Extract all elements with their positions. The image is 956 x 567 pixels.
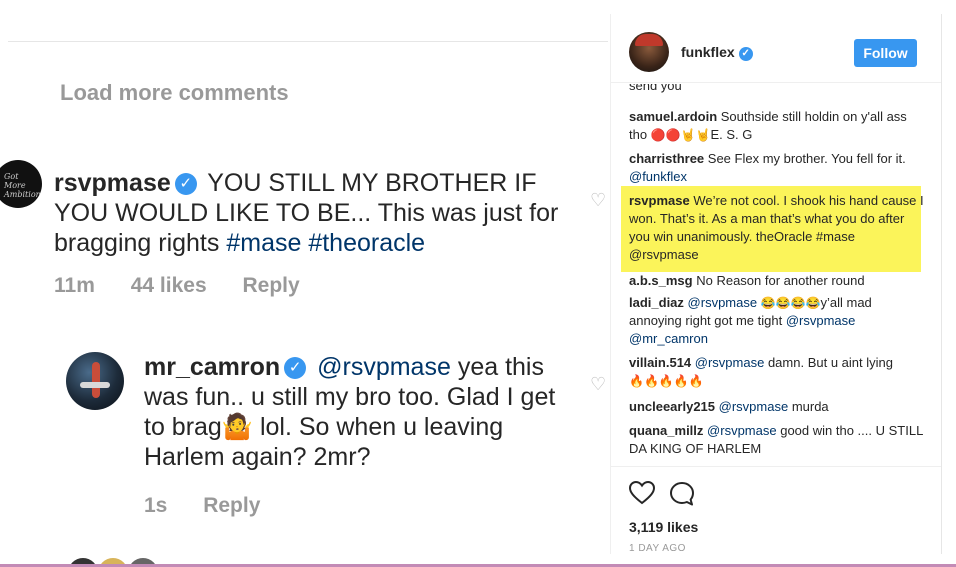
mention-link[interactable]: @rsvpmase	[786, 313, 856, 328]
load-more-comments-link[interactable]: Load more comments	[60, 80, 289, 106]
header-username[interactable]: funkflex ✓	[681, 44, 753, 61]
verified-icon: ✓	[174, 173, 197, 195]
comments-zoomed-panel: Load more comments Got More Ambition rsv…	[0, 0, 610, 567]
comment-username[interactable]: quana_millz	[629, 423, 703, 438]
mention-link[interactable]: @mr_camron	[629, 331, 708, 346]
comment-icon[interactable]	[669, 481, 695, 507]
reply-button[interactable]: Reply	[242, 274, 299, 297]
hashtags[interactable]: #mase #theoracle	[226, 229, 425, 257]
verified-icon: ✓	[284, 357, 307, 379]
heart-icon[interactable]	[629, 481, 655, 505]
avatar-text: Got More Ambition	[4, 172, 41, 199]
comment-username[interactable]: samuel.ardoin	[629, 109, 717, 124]
mention-link[interactable]: @funkflex	[629, 169, 687, 184]
post-header: funkflex ✓ Follow	[611, 14, 941, 83]
list-item: rsvpmase We’re not cool. I shook his han…	[629, 193, 924, 262]
comment-fragment: send you	[629, 84, 682, 93]
list-item: uncleearly215 @rsvpmase murda	[629, 399, 829, 414]
comment-time: 11m	[54, 274, 95, 297]
avatar[interactable]	[629, 32, 669, 72]
list-item: ladi_diaz @rsvpmase 😂😂😂😂y’all mad annoyi…	[629, 295, 872, 346]
follow-button[interactable]: Follow	[854, 39, 917, 67]
comment-username[interactable]: charristhree	[629, 151, 704, 166]
timestamp: 1 DAY AGO	[629, 543, 686, 554]
comment-username[interactable]: rsvpmase	[54, 169, 171, 197]
emoji: 🔥🔥🔥🔥🔥	[629, 374, 704, 388]
avatar[interactable]: Got More Ambition	[0, 160, 42, 208]
comment-meta: 1s Reply	[144, 494, 290, 518]
comment-username[interactable]: a.b.s_msg	[629, 273, 693, 288]
comment-username[interactable]: rsvpmase	[629, 193, 690, 208]
mention-link[interactable]: @rsvpmase	[695, 355, 765, 370]
comment-username[interactable]: villain.514	[629, 355, 691, 370]
shrug-emoji: 🤷	[221, 413, 253, 441]
comment-username[interactable]: ladi_diaz	[629, 295, 684, 310]
comment-mr-camron: mr_camron ✓ @rsvpmase yea this was fun.. …	[144, 352, 574, 472]
comment-time: 1s	[144, 494, 168, 517]
reply-button[interactable]: Reply	[203, 494, 260, 517]
verified-icon: ✓	[738, 47, 753, 61]
mention-link[interactable]: @rsvpmase	[707, 423, 777, 438]
mention-link[interactable]: @rsvpmase	[688, 295, 758, 310]
heart-icon[interactable]: ♡	[590, 190, 606, 211]
mention-link[interactable]: @rsvpmase	[719, 399, 789, 414]
heart-icon[interactable]: ♡	[590, 374, 606, 395]
divider	[8, 41, 608, 42]
comment-likes[interactable]: 44 likes	[131, 274, 207, 297]
comment-username[interactable]: mr_camron	[144, 353, 280, 381]
list-item: a.b.s_msg No Reason for another round	[629, 273, 865, 288]
comment-list[interactable]: send you samuel.ardoin Southside still h…	[611, 84, 941, 466]
list-item: quana_millz @rsvpmase good win tho .... …	[629, 423, 923, 456]
post-actions: 3,119 likes 1 DAY AGO	[611, 466, 941, 555]
likes-count[interactable]: 3,119 likes	[629, 519, 698, 535]
emoji: 😂😂😂😂	[760, 296, 821, 310]
comment-username[interactable]: uncleearly215	[629, 399, 715, 414]
emoji: 🔴🔴🤘🤘	[650, 128, 711, 142]
list-item: villain.514 @rsvpmase damn. But u aint l…	[629, 355, 893, 388]
mention-link[interactable]: @rsvpmase	[317, 353, 451, 381]
comment-meta: 11m 44 likes Reply	[54, 274, 330, 298]
list-item: charristhree See Flex my brother. You fe…	[629, 151, 906, 184]
avatar[interactable]	[66, 352, 124, 410]
comment-rsvpmase: rsvpmase ✓ YOU STILL MY BROTHER IF YOU WO…	[54, 168, 574, 258]
list-item: samuel.ardoin Southside still holdin on …	[629, 109, 907, 142]
post-side-panel: funkflex ✓ Follow send you samuel.ardoin …	[611, 14, 942, 554]
